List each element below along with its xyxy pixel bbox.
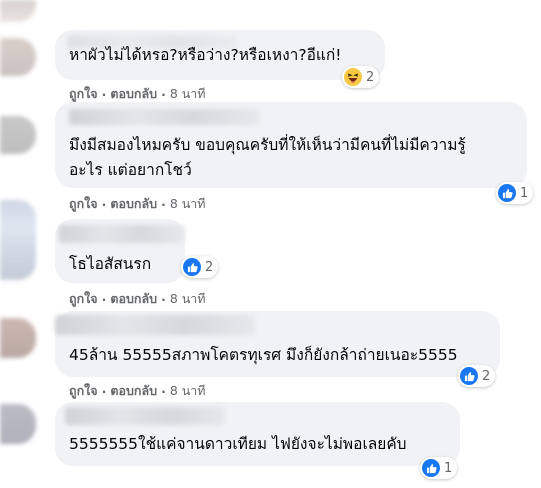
reaction-summary[interactable]: 1 xyxy=(496,182,534,204)
timestamp-link[interactable]: 8 นาที xyxy=(170,194,206,214)
avatar-partial[interactable] xyxy=(0,0,36,22)
avatar[interactable] xyxy=(0,38,36,76)
like-icon xyxy=(460,367,478,385)
comment-actions: ถูกใจ · ตอบกลับ · 8 นาที xyxy=(69,289,206,309)
comment-bubble: หาผัวไม่ได้หรอ?หรือว่าง?หรือเหงา?อีแก่! xyxy=(55,30,385,80)
reaction-count: 1 xyxy=(444,460,453,476)
comment-actions: ถูกใจ · ตอบกลับ · 8 นาที xyxy=(69,381,206,401)
comment-bubble: มึงมีสมองไหมครับ ขอบคุณครับที่ให้เห็นว่า… xyxy=(55,102,527,188)
comment-actions: ถูกใจ · ตอบกลับ · 8 นาที xyxy=(69,84,206,104)
like-icon xyxy=(498,184,516,202)
like-link[interactable]: ถูกใจ xyxy=(69,289,98,309)
comment-bubble: 45ล้าน 55555สภาพโคตรทุเรศ มึงก็ยังกล้าถ่… xyxy=(55,311,500,377)
reaction-count: 1 xyxy=(520,185,529,201)
like-link[interactable]: ถูกใจ xyxy=(69,84,98,104)
comment-text-line-1: มึงมีสมองไหมครับ ขอบคุณครับที่ให้เห็นว่า… xyxy=(69,136,466,154)
reaction-count: 2 xyxy=(366,69,375,85)
reaction-summary[interactable]: 2 xyxy=(458,365,496,387)
comment-text-line-2: อะไร แต่อยากโชว์ xyxy=(69,161,192,179)
commenter-name-blurred[interactable] xyxy=(65,407,225,425)
commenter-name-blurred[interactable] xyxy=(69,109,259,125)
avatar[interactable] xyxy=(0,318,36,358)
separator-dot: · xyxy=(101,383,107,399)
separator-dot: · xyxy=(161,196,166,212)
like-icon xyxy=(422,459,440,477)
separator-dot: · xyxy=(161,291,166,307)
like-icon xyxy=(183,258,201,276)
separator-dot: · xyxy=(101,86,107,102)
reply-link[interactable]: ตอบกลับ xyxy=(110,381,157,401)
comment-text: โธไอสัสนรก xyxy=(69,255,152,273)
like-link[interactable]: ถูกใจ xyxy=(69,194,98,214)
avatar[interactable] xyxy=(0,200,36,280)
separator-dot: · xyxy=(161,383,166,399)
timestamp-link[interactable]: 8 นาที xyxy=(170,381,206,401)
reaction-summary[interactable]: 2 xyxy=(181,256,219,278)
separator-dot: · xyxy=(101,196,107,212)
comment-text: หาผัวไม่ได้หรอ?หรือว่าง?หรือเหงา?อีแก่! xyxy=(69,46,342,64)
comment-bubble: โธไอสัสนรก xyxy=(55,219,185,283)
reply-link[interactable]: ตอบกลับ xyxy=(110,289,157,309)
comment-text: 5555555ใช้แค่จานดาวเทียม ไฟยังจะไม่พอเลย… xyxy=(69,435,407,453)
comment-text: 45ล้าน 55555สภาพโคตรทุเรศ มึงก็ยังกล้าถ่… xyxy=(69,346,458,364)
timestamp-link[interactable]: 8 นาที xyxy=(170,84,206,104)
haha-icon xyxy=(344,68,362,86)
separator-dot: · xyxy=(101,291,107,307)
reaction-summary[interactable]: 2 xyxy=(342,66,380,88)
comment-bubble: 5555555ใช้แค่จานดาวเทียม ไฟยังจะไม่พอเลย… xyxy=(55,402,460,466)
reply-link[interactable]: ตอบกลับ xyxy=(110,84,157,104)
commenter-name-blurred[interactable] xyxy=(55,315,255,335)
commenter-name-blurred[interactable] xyxy=(59,225,185,243)
separator-dot: · xyxy=(161,86,166,102)
reaction-count: 2 xyxy=(482,368,491,384)
avatar[interactable] xyxy=(0,116,36,154)
reaction-count: 2 xyxy=(205,259,214,275)
like-link[interactable]: ถูกใจ xyxy=(69,381,98,401)
reaction-summary[interactable]: 1 xyxy=(420,457,458,479)
reply-link[interactable]: ตอบกลับ xyxy=(110,194,157,214)
avatar[interactable] xyxy=(0,404,36,444)
timestamp-link[interactable]: 8 นาที xyxy=(170,289,206,309)
comment-thread: หาผัวไม่ได้หรอ?หรือว่าง?หรือเหงา?อีแก่! … xyxy=(0,0,541,488)
comment-actions: ถูกใจ · ตอบกลับ · 8 นาที xyxy=(69,194,206,214)
